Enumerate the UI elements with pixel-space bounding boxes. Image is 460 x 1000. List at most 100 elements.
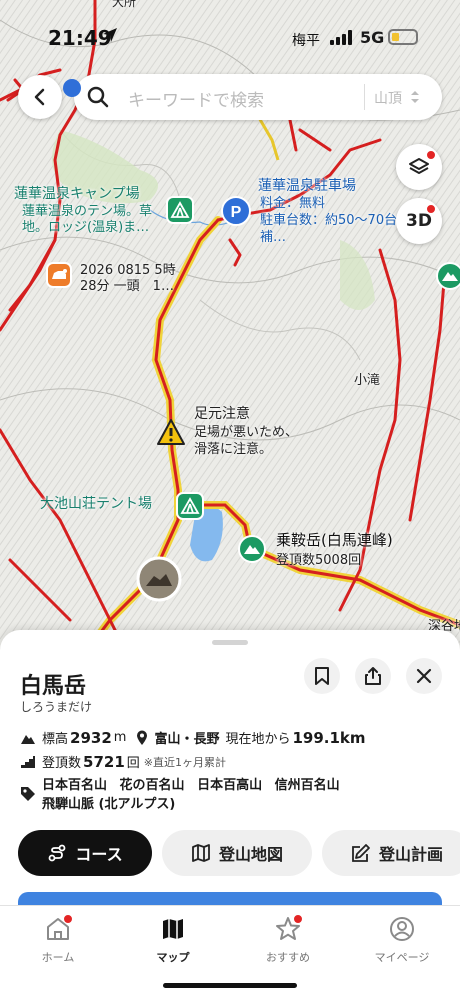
map-label-top: 大所 bbox=[112, 0, 137, 9]
tag-item[interactable]: 花の百名山 bbox=[120, 778, 185, 793]
distance-value: 199.1km bbox=[292, 728, 366, 747]
notification-dot bbox=[63, 914, 73, 924]
summit-marker-edge-icon[interactable] bbox=[436, 262, 460, 290]
search-bar[interactable]: キーワードで検索 山頂 bbox=[74, 74, 442, 120]
share-button[interactable] bbox=[355, 658, 391, 694]
map-view[interactable]: 21:49 梅平 5G キーワードで検索 山頂 3D 大所 蓮華温泉キャンプ場 … bbox=[0, 0, 460, 660]
stairs-icon bbox=[21, 755, 35, 768]
animal-sighting-icon[interactable] bbox=[46, 262, 72, 288]
search-icon bbox=[87, 86, 109, 108]
summit-climbs: 登頂数5008回 bbox=[276, 553, 362, 568]
tab-mypage-label: マイページ bbox=[374, 951, 430, 964]
location-arrow-icon bbox=[102, 27, 118, 48]
close-button[interactable] bbox=[406, 658, 442, 694]
distance-label: 現在地から bbox=[225, 732, 291, 747]
climbs-row: 登頂数 5721 回 ※直近1ヶ月累計 bbox=[20, 752, 226, 771]
warning-desc-1: 足場が悪いため、 bbox=[194, 425, 299, 440]
place-label: 小滝 bbox=[354, 373, 381, 388]
elevation-label: 標高 bbox=[42, 732, 69, 747]
climbs-unit: 回 bbox=[126, 756, 140, 771]
parking-title: 蓮華温泉駐車場 bbox=[258, 178, 356, 194]
tag-icon bbox=[21, 787, 35, 801]
tent-site-label: 大池山荘テント場 bbox=[40, 496, 152, 512]
network-label: 5G bbox=[360, 28, 385, 47]
course-button[interactable]: コース bbox=[18, 830, 152, 876]
search-divider bbox=[364, 84, 365, 110]
parking-more: 補… bbox=[260, 230, 287, 245]
svg-text:P: P bbox=[231, 204, 242, 221]
map-icon bbox=[192, 844, 210, 862]
activity-line-2: 28分 一頭 1… bbox=[80, 279, 174, 294]
chevron-left-icon bbox=[34, 88, 45, 106]
sheet-handle[interactable] bbox=[212, 640, 248, 645]
parking-fee: 料金：無料 bbox=[260, 196, 326, 211]
course-button-label: コース bbox=[75, 845, 123, 864]
bookmark-icon bbox=[315, 667, 329, 685]
sort-icon bbox=[411, 91, 420, 103]
mountain-kana: しろうまだけ bbox=[20, 700, 93, 714]
tent-site-marker-icon[interactable] bbox=[176, 492, 204, 520]
climbs-label: 登頂数 bbox=[42, 756, 82, 771]
parking-capacity: 駐車台数：約50〜70台 bbox=[260, 213, 398, 228]
warning-icon[interactable] bbox=[156, 418, 186, 446]
home-indicator bbox=[163, 983, 297, 988]
tab-mypage[interactable]: マイページ bbox=[357, 916, 447, 965]
activity-line-1: 2026 0815 5時 bbox=[80, 263, 176, 278]
warning-title: 足元注意 bbox=[194, 406, 250, 422]
tab-recommend[interactable]: おすすめ bbox=[243, 914, 333, 965]
bookmark-button[interactable] bbox=[304, 658, 340, 694]
map-tab-icon bbox=[163, 919, 183, 939]
search-placeholder[interactable]: キーワードで検索 bbox=[128, 86, 264, 111]
elevation-unit: m bbox=[113, 730, 127, 745]
tag-list: 日本百名山 花の百名山 日本百高山 信州百名山 bbox=[42, 776, 348, 795]
summit-marker-icon[interactable] bbox=[238, 535, 266, 563]
notification-dot bbox=[426, 204, 436, 214]
mountain-icon bbox=[21, 734, 35, 744]
tag-item[interactable]: 日本百名山 bbox=[42, 778, 107, 793]
summit-name: 乗鞍岳(白馬連峰) bbox=[276, 531, 393, 549]
search-filter-select[interactable]: 山頂 bbox=[374, 88, 420, 108]
plan-button[interactable]: 登山計画 bbox=[322, 830, 460, 876]
edit-icon bbox=[352, 844, 370, 862]
pin-icon bbox=[137, 730, 148, 745]
back-button[interactable] bbox=[18, 75, 62, 119]
3d-toggle-button[interactable]: 3D bbox=[396, 198, 442, 244]
carrier-label: 梅平 bbox=[292, 33, 320, 49]
elevation-row: 標高 2932 m 富山・長野 現在地から 199.1km bbox=[20, 728, 368, 747]
notification-dot bbox=[293, 914, 303, 924]
tab-map-label: マップ bbox=[156, 951, 190, 964]
share-icon bbox=[365, 667, 381, 685]
tent-marker-icon[interactable] bbox=[166, 196, 194, 224]
tag-item[interactable]: 日本百高山 bbox=[197, 778, 262, 793]
tab-map[interactable]: マップ bbox=[128, 916, 218, 965]
plan-button-label: 登山計画 bbox=[378, 845, 443, 864]
map-button[interactable]: 登山地図 bbox=[162, 830, 312, 876]
user-photo-marker[interactable] bbox=[136, 556, 182, 602]
elevation-value: 2932 bbox=[70, 728, 112, 747]
campsite-title: 蓮華温泉キャンプ場 bbox=[14, 186, 140, 202]
search-filter-label: 山頂 bbox=[374, 91, 402, 107]
map-button-label: 登山地図 bbox=[218, 845, 283, 864]
tab-recommend-label: おすすめ bbox=[266, 951, 310, 964]
climbs-note: ※直近1ヶ月累計 bbox=[143, 755, 226, 769]
signal-icon bbox=[330, 29, 354, 45]
prefecture: 富山・長野 bbox=[154, 732, 220, 747]
campsite-desc-2: 地。ロッジ(温泉)ま… bbox=[22, 220, 150, 235]
tab-home[interactable]: ホーム bbox=[13, 914, 103, 965]
layers-icon bbox=[409, 158, 429, 174]
battery-icon bbox=[388, 29, 418, 45]
parking-marker-icon[interactable]: P bbox=[221, 196, 251, 226]
3d-icon: 3D bbox=[406, 211, 432, 231]
mountain-range[interactable]: 飛騨山脈 (北アルプス) bbox=[42, 795, 175, 814]
campsite-desc-1: 蓮華温泉のテン場。草 bbox=[22, 204, 153, 219]
tab-home-label: ホーム bbox=[41, 951, 75, 964]
parking-marker-top[interactable] bbox=[62, 78, 82, 98]
mountain-name: 白馬岳 bbox=[20, 674, 87, 699]
tag-item[interactable]: 信州百名山 bbox=[275, 778, 340, 793]
close-icon bbox=[416, 668, 432, 684]
route-icon bbox=[48, 844, 66, 862]
layers-button[interactable] bbox=[396, 144, 442, 190]
climbs-value: 5721 bbox=[83, 752, 125, 771]
status-bar: 21:49 梅平 5G bbox=[0, 0, 460, 60]
warning-desc-2: 滑落に注意。 bbox=[194, 442, 273, 457]
